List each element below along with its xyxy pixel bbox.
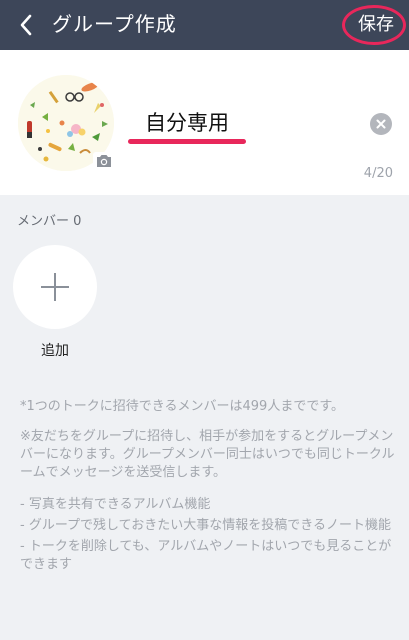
clear-button[interactable]: [370, 113, 392, 135]
info-notes: *1つのトークに招待できるメンバーは499人までです。 ※友だちをグループに招待…: [20, 398, 395, 574]
group-explanation-note: ※友だちをグループに招待し、相手が参加をするとグループメンバーになります。グルー…: [20, 429, 395, 480]
clear-icon: [376, 119, 386, 129]
save-button[interactable]: 保存: [353, 10, 399, 40]
members-count-label: メンバー 0: [17, 214, 82, 229]
camera-button[interactable]: [91, 149, 117, 173]
group-name-input[interactable]: 自分専用: [145, 108, 345, 138]
plus-icon: [41, 273, 69, 301]
back-button[interactable]: [10, 8, 42, 42]
list-item: - グループで残しておきたい大事な情報を投稿できるノート機能: [20, 518, 392, 533]
feature-list: - 写真を共有できるアルバム機能 - グループで残しておきたい大事な情報を投稿で…: [20, 496, 395, 574]
char-counter: 4/20: [363, 166, 393, 181]
add-member-button[interactable]: [13, 245, 97, 329]
member-limit-note: *1つのトークに招待できるメンバーは499人までです。: [20, 399, 345, 414]
list-item: - トークを削除しても、アルバムやノートはいつでも見ることができます: [20, 539, 392, 572]
list-item: - 写真を共有できるアルバム機能: [20, 497, 211, 512]
page-title: グループ作成: [52, 12, 177, 36]
group-info-card: 自分専用 4/20: [0, 50, 409, 195]
add-member-label: 追加: [41, 343, 69, 359]
header-bar: グループ作成 保存: [0, 0, 409, 50]
chevron-left-icon: [20, 14, 32, 36]
camera-icon: [93, 152, 115, 170]
